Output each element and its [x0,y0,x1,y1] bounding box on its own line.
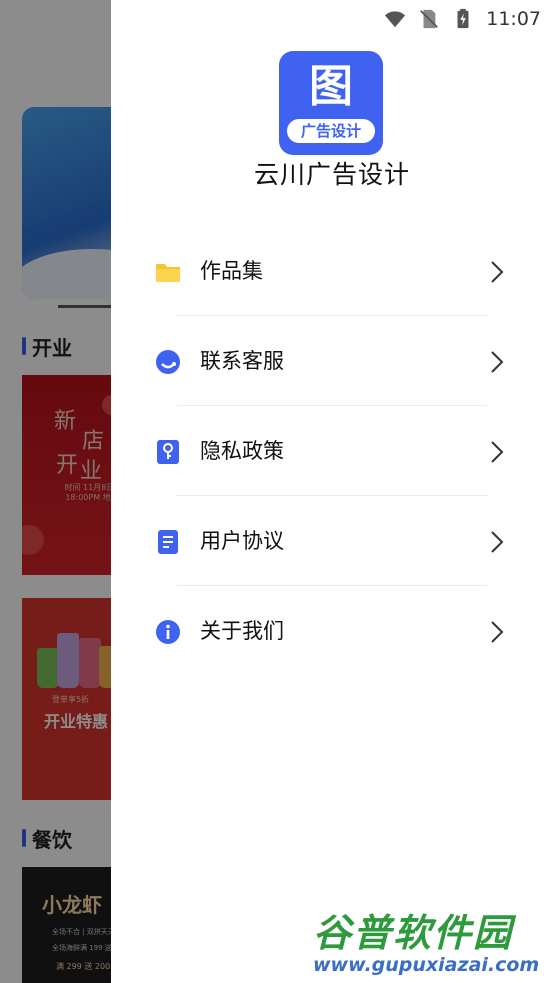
folder-icon [156,264,180,282]
app-logo: 图 广告设计 [279,51,383,155]
logo-glyph: 图 [309,61,353,112]
chevron-right-icon [491,621,504,643]
menu-label: 隐私政策 [200,439,284,463]
menu-item-about-us[interactable]: 关于我们 [111,586,553,676]
battery-charging-icon [457,8,469,29]
menu-item-user-agreement[interactable]: 用户协议 [111,496,553,586]
logo-pill: 广告设计 [287,119,375,143]
watermark-url: www.gupuxiazai.com [313,954,540,976]
drawer-menu: 作品集 联系客服 隐私政策 用户协议 关于我们 [111,226,553,676]
menu-label: 关于我们 [200,619,284,643]
app-name: 云川广告设计 [253,160,410,189]
menu-item-portfolio[interactable]: 作品集 [111,226,553,316]
menu-label: 作品集 [200,259,263,283]
wifi-icon [385,11,406,28]
chevron-right-icon [491,351,504,373]
menu-item-privacy-policy[interactable]: 隐私政策 [111,406,553,496]
watermark: 谷普软件园 www.gupuxiazai.com [305,896,553,983]
info-icon [156,620,180,644]
chevron-right-icon [491,261,504,283]
watermark-title: 谷普软件园 [313,911,514,955]
menu-label: 联系客服 [200,349,284,373]
status-bar: 11:07 [111,0,553,38]
document-icon [158,530,178,554]
menu-item-customer-service[interactable]: 联系客服 [111,316,553,406]
chevron-right-icon [491,531,504,553]
no-sim-icon [420,9,439,29]
privacy-key-icon [157,440,179,464]
status-time: 11:07 [486,8,541,30]
menu-label: 用户协议 [200,529,284,553]
customer-service-icon [156,350,180,374]
chevron-right-icon [491,441,504,463]
